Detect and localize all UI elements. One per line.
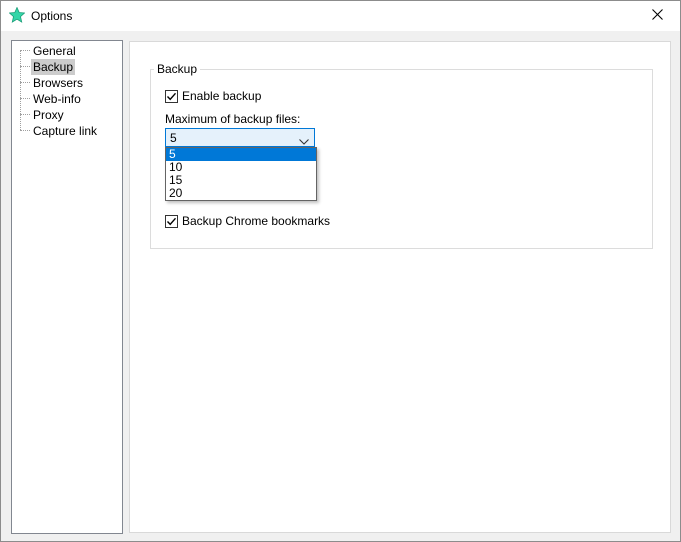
window-title: Options [31,9,73,23]
checkmark-icon [166,92,177,100]
star-icon [8,6,26,23]
enable-backup-label: Enable backup [182,89,262,103]
tree-item-label: Capture link [33,124,98,138]
backup-panel: Backup Enable backup Maximum of backup f… [129,41,671,533]
groupbox-title: Backup [154,62,201,76]
checkbox-box[interactable] [165,89,178,103]
chevron-down-icon [299,134,309,148]
title-bar[interactable]: Options [1,1,680,31]
checkbox-box[interactable] [165,214,178,228]
backup-chrome-bookmarks-checkbox[interactable]: Backup Chrome bookmarks [165,213,330,229]
dropdown-option[interactable]: 20 [166,187,316,200]
dropdown-option[interactable]: 15 [166,174,316,187]
backup-chrome-bookmarks-label: Backup Chrome bookmarks [182,214,331,228]
tree-item-label: Web-info [33,92,81,106]
enable-backup-checkbox[interactable]: Enable backup [165,88,261,104]
dropdown-option[interactable]: 5 [166,148,316,161]
checkmark-icon [166,217,177,225]
tree-item-label: Browsers [33,76,84,90]
max-backup-files-label: Maximum of backup files: [165,112,301,126]
options-tree: General Backup Browsers Web-info Proxy C… [11,40,123,534]
tree-item-label: Backup [31,59,76,75]
max-backup-files-dropdown-list: 5 10 15 20 [165,147,317,201]
select-value: 5 [170,131,177,145]
tree-item-label: Proxy [33,108,64,122]
tree-connector-line [20,50,21,130]
options-window: Options General Backup Browsers Web-info… [0,0,681,542]
max-backup-files-select[interactable]: 5 [165,128,315,147]
close-icon [651,9,663,23]
dropdown-option[interactable]: 10 [166,161,316,174]
close-button[interactable] [634,1,680,31]
tree-item-label: General [33,44,76,58]
